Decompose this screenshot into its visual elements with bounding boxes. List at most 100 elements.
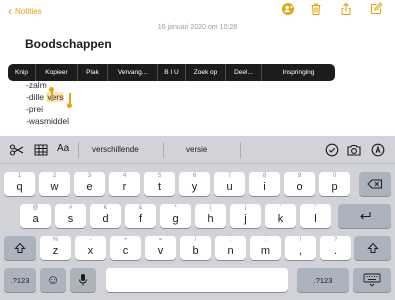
share-icon[interactable] [339,2,353,16]
numbers-key-left[interactable]: .?123 [4,268,36,292]
scissors-icon[interactable] [9,142,25,158]
key-n[interactable]: ; n [215,236,246,260]
note-line[interactable]: -prei [26,104,43,114]
key-alt-label: * [174,205,177,211]
menu-item-share[interactable]: Deel... [226,64,262,81]
note-title[interactable]: Boodschappen [25,37,112,51]
key-letter-label: x [87,245,94,257]
note-line[interactable]: -wasmiddel [26,116,69,126]
menu-item-paste[interactable]: Plak [78,64,108,81]
key-x[interactable]: -x [75,236,106,260]
add-person-icon[interactable] [281,2,295,16]
selection-end-handle[interactable] [67,103,72,108]
compose-icon[interactable] [369,2,383,16]
shift-key-left[interactable] [4,236,36,260]
key-alt-label: 2 [52,173,57,179]
key-m[interactable]: :m [250,236,281,260]
camera-icon[interactable] [346,142,362,158]
key-alt-label: 8 [262,173,267,179]
menu-item-copy[interactable]: Kopieer [36,64,78,81]
key-alt-label: - [89,237,92,243]
key-o[interactable]: 9o [284,172,315,196]
key-w[interactable]: 2w [39,172,70,196]
shift-key-right[interactable] [354,236,391,260]
key-k[interactable]: ' k [265,204,296,228]
menu-item-look-up[interactable]: Zoek op [186,64,226,81]
emoji-key[interactable]: ☺ [40,268,66,292]
key-y[interactable]: 6y [179,172,210,196]
menu-item-cut[interactable]: Knip [8,64,36,81]
key-t[interactable]: 5t [144,172,175,196]
key-u[interactable]: 7u [214,172,245,196]
key-alt-label: " [314,205,317,211]
menu-item-replace[interactable]: Vervang... [108,64,158,81]
key-l[interactable]: " l [300,204,331,228]
shift-icon [366,242,379,253]
space-key[interactable] [106,268,288,292]
key-e[interactable]: 3e [74,172,105,196]
key-z[interactable]: % z [40,236,71,260]
checklist-icon[interactable] [324,142,340,158]
key-g[interactable]: * g [160,204,191,228]
key-b[interactable]: / b [180,236,211,260]
menu-item-indent[interactable]: Inspringing [262,64,335,81]
key-alt-label: 1 [17,173,22,179]
dictation-key[interactable] [70,268,96,292]
menu-item-bold-italic-underline[interactable]: B I U [158,64,186,81]
key-a[interactable]: @ a [20,204,51,228]
key-alt-label: ' [279,205,282,211]
return-key[interactable] [338,204,391,228]
note-line[interactable]: -dille vers [26,92,65,102]
key-alt-label: ) [244,205,247,211]
key-alt-label: % [52,237,59,243]
key-comma[interactable]: !, [285,236,316,260]
key-j[interactable]: ) j [230,204,261,228]
backspace-key[interactable] [359,172,391,196]
key-i[interactable]: 8i [249,172,280,196]
key-alt-label: 7 [227,173,232,179]
key-letter-label: i [263,181,266,193]
keyboard-dismiss-icon [363,273,381,287]
markup-icon[interactable] [370,142,386,158]
key-letter-label: j [244,213,247,225]
shortcut-bar: Aa verschillende versie [0,136,395,164]
key-letter-label: m [260,245,271,257]
key-d[interactable]: € d [90,204,121,228]
key-s[interactable]: # s [55,204,86,228]
key-letter-label: w [50,181,59,193]
note-editor[interactable]: ‹ Notities 16 januari 2020 om 10:28 Bood… [0,0,395,136]
key-letter-label: z [52,245,59,257]
selected-text[interactable]: vers [46,92,65,102]
suggestion-1[interactable]: verschillende [92,145,139,154]
key-c[interactable]: + c [110,236,141,260]
key-letter-label: o [296,181,303,193]
key-letter-label: q [16,181,23,193]
key-r[interactable]: 4r [109,172,140,196]
back-button[interactable]: ‹ Notities [8,3,42,19]
key-letter-label: k [277,213,284,225]
key-letter-label: g [172,213,179,225]
table-icon[interactable] [33,142,49,158]
suggestion-2[interactable]: versie [186,145,207,154]
text-format-icon[interactable]: Aa [57,143,69,154]
key-alt-label: ( [209,205,212,211]
hide-keyboard-key[interactable] [353,268,391,292]
trash-icon[interactable] [309,2,323,16]
key-alt-label: 3 [87,173,92,179]
key-alt-label: @ [32,205,39,211]
key-f[interactable]: & f [125,204,156,228]
key-h[interactable]: (h [195,204,226,228]
note-line[interactable]: -zalm [26,80,47,90]
key-period[interactable]: ?. [320,236,351,260]
chevron-left-icon: ‹ [8,4,12,18]
key-v[interactable]: = v [145,236,176,260]
divider [78,142,79,158]
keyboard: 1q2w3e4r5t6y7u8i9o0p @ a # s € d & f * g(h) j ' k " l … [0,164,395,300]
key-p[interactable]: 0p [319,172,350,196]
key-letter-label: c [122,245,129,257]
key-q[interactable]: 1q [4,172,35,196]
key-letter-label: v [157,245,164,257]
numbers-key-right[interactable]: .?123 [297,268,349,292]
key-letter-label: p [331,181,338,193]
back-button-label: Notities [15,6,42,16]
